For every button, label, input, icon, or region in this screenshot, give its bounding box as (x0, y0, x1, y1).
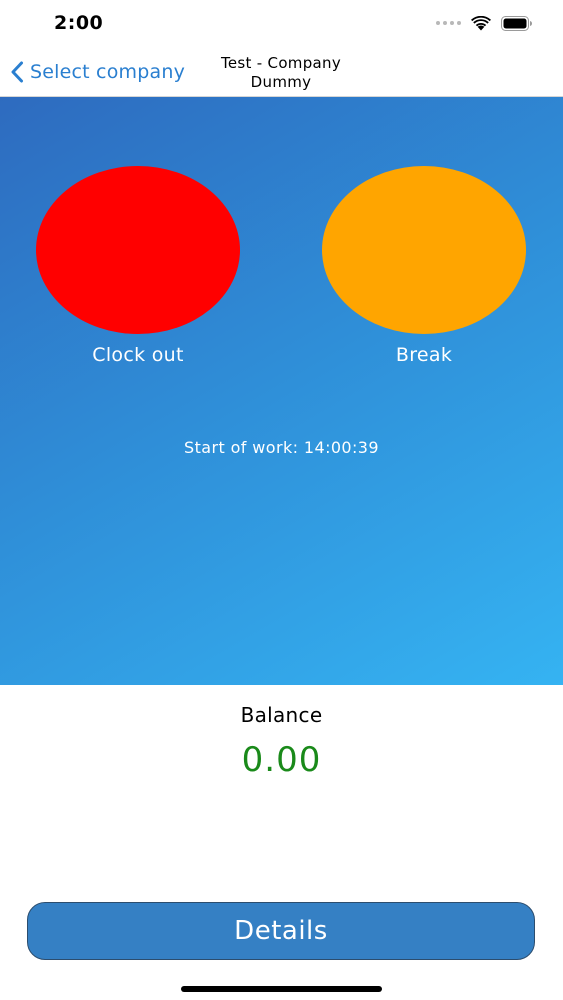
cellular-signal-icon (436, 21, 461, 25)
details-button[interactable]: Details (27, 902, 535, 960)
wifi-icon (471, 15, 491, 30)
time-tracking-panel: Clock out Break Start of work: 14:00:39 (0, 97, 563, 685)
battery-icon (501, 15, 532, 31)
page-title-line-1: Test - Company (220, 54, 342, 72)
clock-out-button[interactable]: Clock out (36, 166, 240, 366)
home-indicator[interactable] (181, 986, 382, 992)
chevron-left-icon (11, 61, 23, 83)
app-screen: 2:00 Select company Test - Company Dummy… (0, 0, 563, 1000)
balance-value: 0.00 (241, 740, 322, 780)
status-time: 2:00 (54, 12, 104, 34)
clock-out-circle[interactable] (36, 166, 240, 334)
clock-out-label: Clock out (92, 344, 184, 366)
start-of-work-text: Start of work: 14:00:39 (184, 438, 379, 457)
break-button[interactable]: Break (322, 166, 526, 366)
page-title-line-2: Dummy (250, 73, 312, 91)
break-label: Break (395, 344, 453, 366)
back-button[interactable]: Select company (10, 56, 185, 88)
back-button-label: Select company (30, 61, 186, 83)
balance-label: Balance (240, 703, 323, 727)
break-circle[interactable] (322, 166, 526, 334)
status-bar: 2:00 (0, 0, 563, 46)
status-icons (436, 14, 533, 32)
page-title: Test - Company Dummy (206, 54, 356, 92)
navigation-bar: Select company Test - Company Dummy (0, 46, 563, 97)
